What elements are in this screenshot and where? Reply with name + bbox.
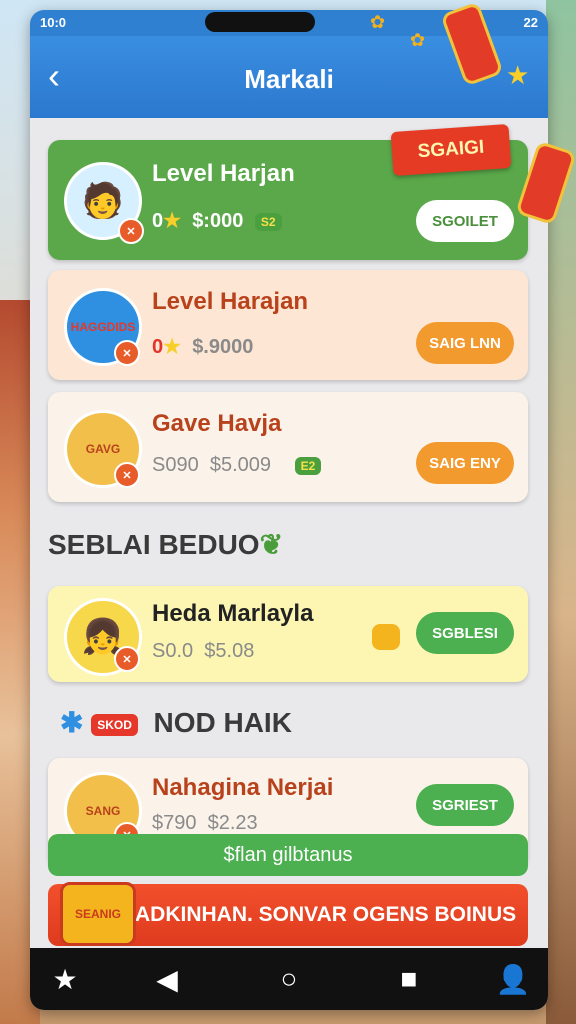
- flower-decoration-icon: ✿: [370, 12, 386, 32]
- star-icon: ★: [163, 210, 182, 232]
- card-action-button[interactable]: SGBLESI: [416, 612, 514, 654]
- list-content: 🧑 ✕ Level Harjan 0★ $:000 S2 SGOILET HAG…: [30, 118, 548, 948]
- card-action-button[interactable]: SGRIEST: [416, 784, 514, 826]
- card-stats: 0★ $.9000: [152, 336, 254, 358]
- list-item[interactable]: HAGGDIDS ✕ Level Harajan 0★ $.9000 SAIG …: [48, 270, 528, 380]
- camera-notch: [205, 12, 315, 32]
- card-action-button[interactable]: SAIG LNN: [416, 322, 514, 364]
- star-icon[interactable]: ★: [48, 962, 82, 996]
- card-title: Heda Marlayla: [152, 600, 314, 627]
- list-item[interactable]: 👧 ✕ Heda Marlayla S0.0 $5.08 SGBLESI: [48, 586, 528, 682]
- bonus-green-button[interactable]: $flan gilbtanus: [48, 834, 528, 876]
- profile-icon[interactable]: 👤: [496, 962, 531, 996]
- list-item[interactable]: GAVG ✕ Gave Havja S090 $5.009 E2 SAIG EN…: [48, 392, 528, 502]
- card-action-button[interactable]: SGOILET: [416, 200, 514, 242]
- star-decoration-icon: ★: [506, 60, 530, 90]
- card-stats: S0.0 $5.08: [152, 640, 255, 662]
- card-stats: 0★ $:000 S2: [152, 208, 282, 233]
- flower-decoration-icon: ✿: [410, 30, 426, 50]
- star-icon: ★: [163, 336, 182, 358]
- section-heading-nod: ✱ SKOD NOD HAIK: [60, 707, 292, 738]
- card-title: Level Harjan: [152, 160, 295, 187]
- status-time: 10:0: [40, 15, 67, 30]
- badge-icon: ✕: [114, 646, 140, 672]
- battery-level: 22: [523, 15, 538, 30]
- bottom-nav: ★ ◀ ○ ■ 👤: [30, 948, 548, 1010]
- chip-badge: S2: [254, 212, 282, 231]
- coin-icon: [372, 624, 400, 650]
- home-circle-icon[interactable]: ○: [272, 962, 306, 996]
- nod-badge: SKOD: [91, 713, 138, 736]
- card-title: Level Harajan: [152, 288, 309, 315]
- badge-icon: ✕: [114, 340, 140, 366]
- leaf-icon: ❦: [259, 529, 284, 560]
- section-heading-special: SEBLAI BEDUO❦: [48, 529, 284, 560]
- badge-icon: ✕: [118, 218, 144, 244]
- card-title: Nahagina Nerjai: [152, 774, 334, 801]
- special-ribbon: SGAIGI: [390, 123, 512, 177]
- chip-badge: E2: [294, 456, 322, 475]
- card-stats: $790 $2.23: [152, 812, 258, 834]
- medal-icon: SEANIG: [60, 882, 136, 946]
- badge-icon: ✕: [114, 462, 140, 488]
- recents-square-icon[interactable]: ■: [392, 962, 426, 996]
- card-stats: S090 $5.009 E2: [152, 454, 322, 477]
- card-title: Gave Havja: [152, 410, 282, 437]
- back-triangle-icon[interactable]: ◀: [150, 962, 184, 996]
- gear-icon: ✱: [60, 707, 84, 738]
- card-action-button[interactable]: SAIG ENY: [416, 442, 514, 484]
